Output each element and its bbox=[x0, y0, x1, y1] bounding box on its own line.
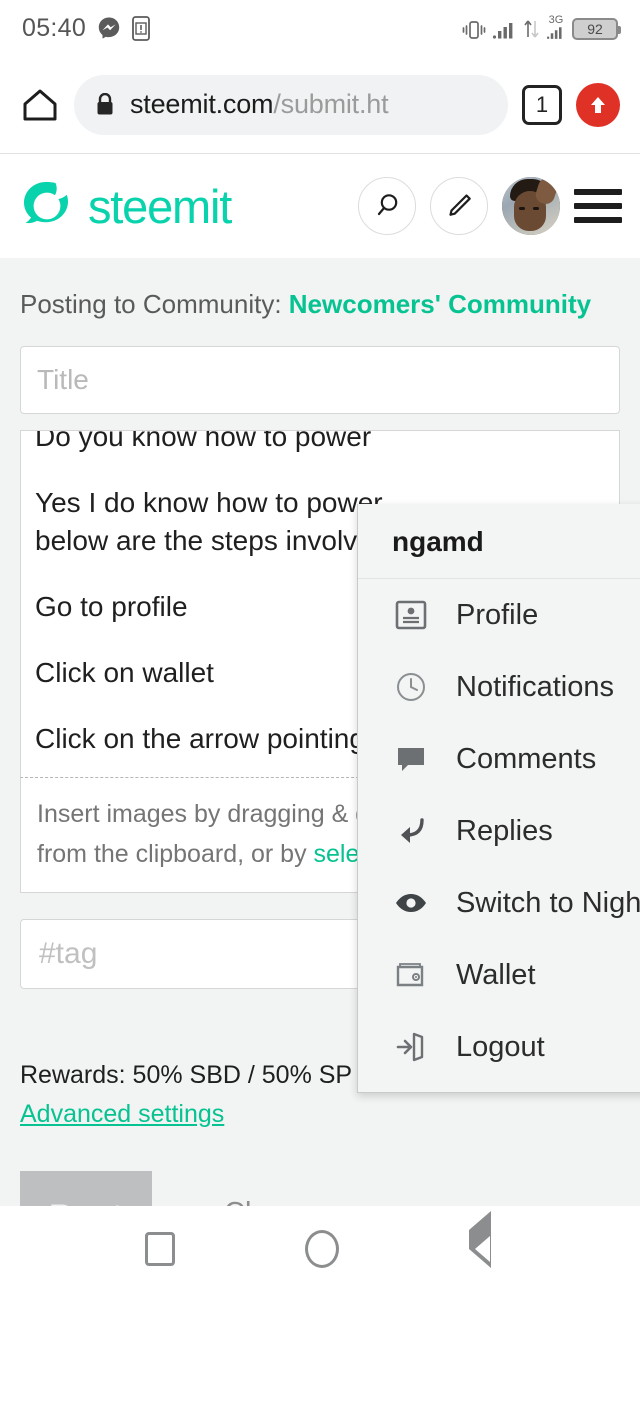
menu-item-label: Replies bbox=[456, 814, 553, 847]
menu-item-replies[interactable]: Replies bbox=[358, 795, 640, 867]
clock-icon bbox=[392, 668, 430, 706]
menu-username: ngamd bbox=[358, 504, 640, 579]
menu-item-wallet[interactable]: Wallet bbox=[358, 939, 640, 1011]
steemit-header: steemit bbox=[0, 154, 640, 258]
status-bar-clock: 05:40 bbox=[22, 13, 87, 42]
upload-arrow-icon[interactable] bbox=[576, 82, 620, 127]
speech-bubble-icon bbox=[392, 740, 430, 778]
brand-link[interactable]: steemit bbox=[18, 178, 232, 234]
url-path: /submit.ht bbox=[273, 89, 389, 119]
body-line: Do you know how to power bbox=[35, 430, 372, 452]
menu-item-label: Notifications bbox=[456, 670, 614, 703]
reply-arrow-icon bbox=[392, 812, 430, 850]
menu-item-notifications[interactable]: Notifications bbox=[358, 651, 640, 723]
battery-level-label: 92 bbox=[587, 21, 603, 37]
browser-toolbar: steemit.com/submit.ht 1 bbox=[0, 56, 640, 154]
posting-to-prefix: Posting to Community: bbox=[20, 289, 289, 319]
circle-home-icon[interactable] bbox=[305, 1230, 339, 1268]
tab-count-label: 1 bbox=[535, 91, 549, 117]
menu-item-profile[interactable]: Profile bbox=[358, 579, 640, 651]
android-nav-bar bbox=[0, 1206, 640, 1292]
menu-item-label: Profile bbox=[456, 598, 539, 631]
network-type-indicator: 3G bbox=[545, 14, 567, 40]
menu-item-label: Wallet bbox=[456, 958, 536, 991]
status-bar-left: 05:40 bbox=[22, 14, 150, 43]
id-card-icon bbox=[392, 596, 430, 634]
posting-to-community: Posting to Community: Newcomers' Communi… bbox=[20, 284, 620, 324]
lock-icon bbox=[97, 93, 113, 115]
logout-icon bbox=[392, 1028, 430, 1066]
pencil-icon[interactable] bbox=[430, 177, 488, 235]
data-transfer-icon bbox=[523, 18, 540, 40]
android-status-bar: 05:40 3G 92 bbox=[0, 0, 640, 56]
menu-item-label: Switch to Night Mode bbox=[456, 886, 640, 919]
wallet-icon bbox=[392, 956, 430, 994]
square-recents-icon[interactable] bbox=[145, 1232, 175, 1266]
url-domain: steemit.com bbox=[130, 89, 274, 119]
brand-name: steemit bbox=[88, 179, 232, 233]
network-type-label: 3G bbox=[548, 14, 564, 26]
menu-item-label: Logout bbox=[456, 1030, 545, 1063]
search-icon[interactable] bbox=[358, 177, 416, 235]
advanced-settings-link[interactable]: Advanced settings bbox=[20, 1100, 224, 1129]
battery-indicator: 92 bbox=[572, 18, 621, 40]
user-dropdown-menu: ngamd Profile Notifications Comments Rep… bbox=[357, 504, 640, 1093]
tag-placeholder: #tag bbox=[39, 937, 98, 970]
menu-item-comments[interactable]: Comments bbox=[358, 723, 640, 795]
hamburger-menu-icon[interactable] bbox=[574, 185, 622, 227]
title-input[interactable]: Title bbox=[20, 346, 620, 414]
eye-icon bbox=[392, 884, 430, 922]
submit-page: Posting to Community: Newcomers' Communi… bbox=[0, 258, 640, 1292]
messenger-icon bbox=[97, 16, 121, 40]
steemit-logo-icon bbox=[24, 182, 68, 224]
title-placeholder: Title bbox=[37, 364, 89, 395]
sim-alert-icon bbox=[132, 15, 150, 41]
url-text: steemit.com/submit.ht bbox=[130, 89, 389, 120]
menu-item-night-mode[interactable]: Switch to Night Mode bbox=[358, 867, 640, 939]
community-link[interactable]: Newcomers' Community bbox=[289, 289, 591, 319]
menu-item-label: Comments bbox=[456, 742, 597, 775]
status-bar-right: 3G 92 bbox=[461, 14, 621, 40]
signal-bars-icon bbox=[492, 20, 518, 40]
tab-counter-button[interactable]: 1 bbox=[522, 84, 562, 125]
home-icon[interactable] bbox=[20, 85, 60, 125]
header-actions bbox=[358, 177, 622, 235]
triangle-back-icon[interactable] bbox=[469, 1211, 495, 1268]
user-avatar[interactable] bbox=[502, 177, 560, 235]
vibrate-icon bbox=[461, 20, 487, 40]
url-bar[interactable]: steemit.com/submit.ht bbox=[74, 74, 508, 135]
menu-item-logout[interactable]: Logout bbox=[358, 1011, 640, 1092]
